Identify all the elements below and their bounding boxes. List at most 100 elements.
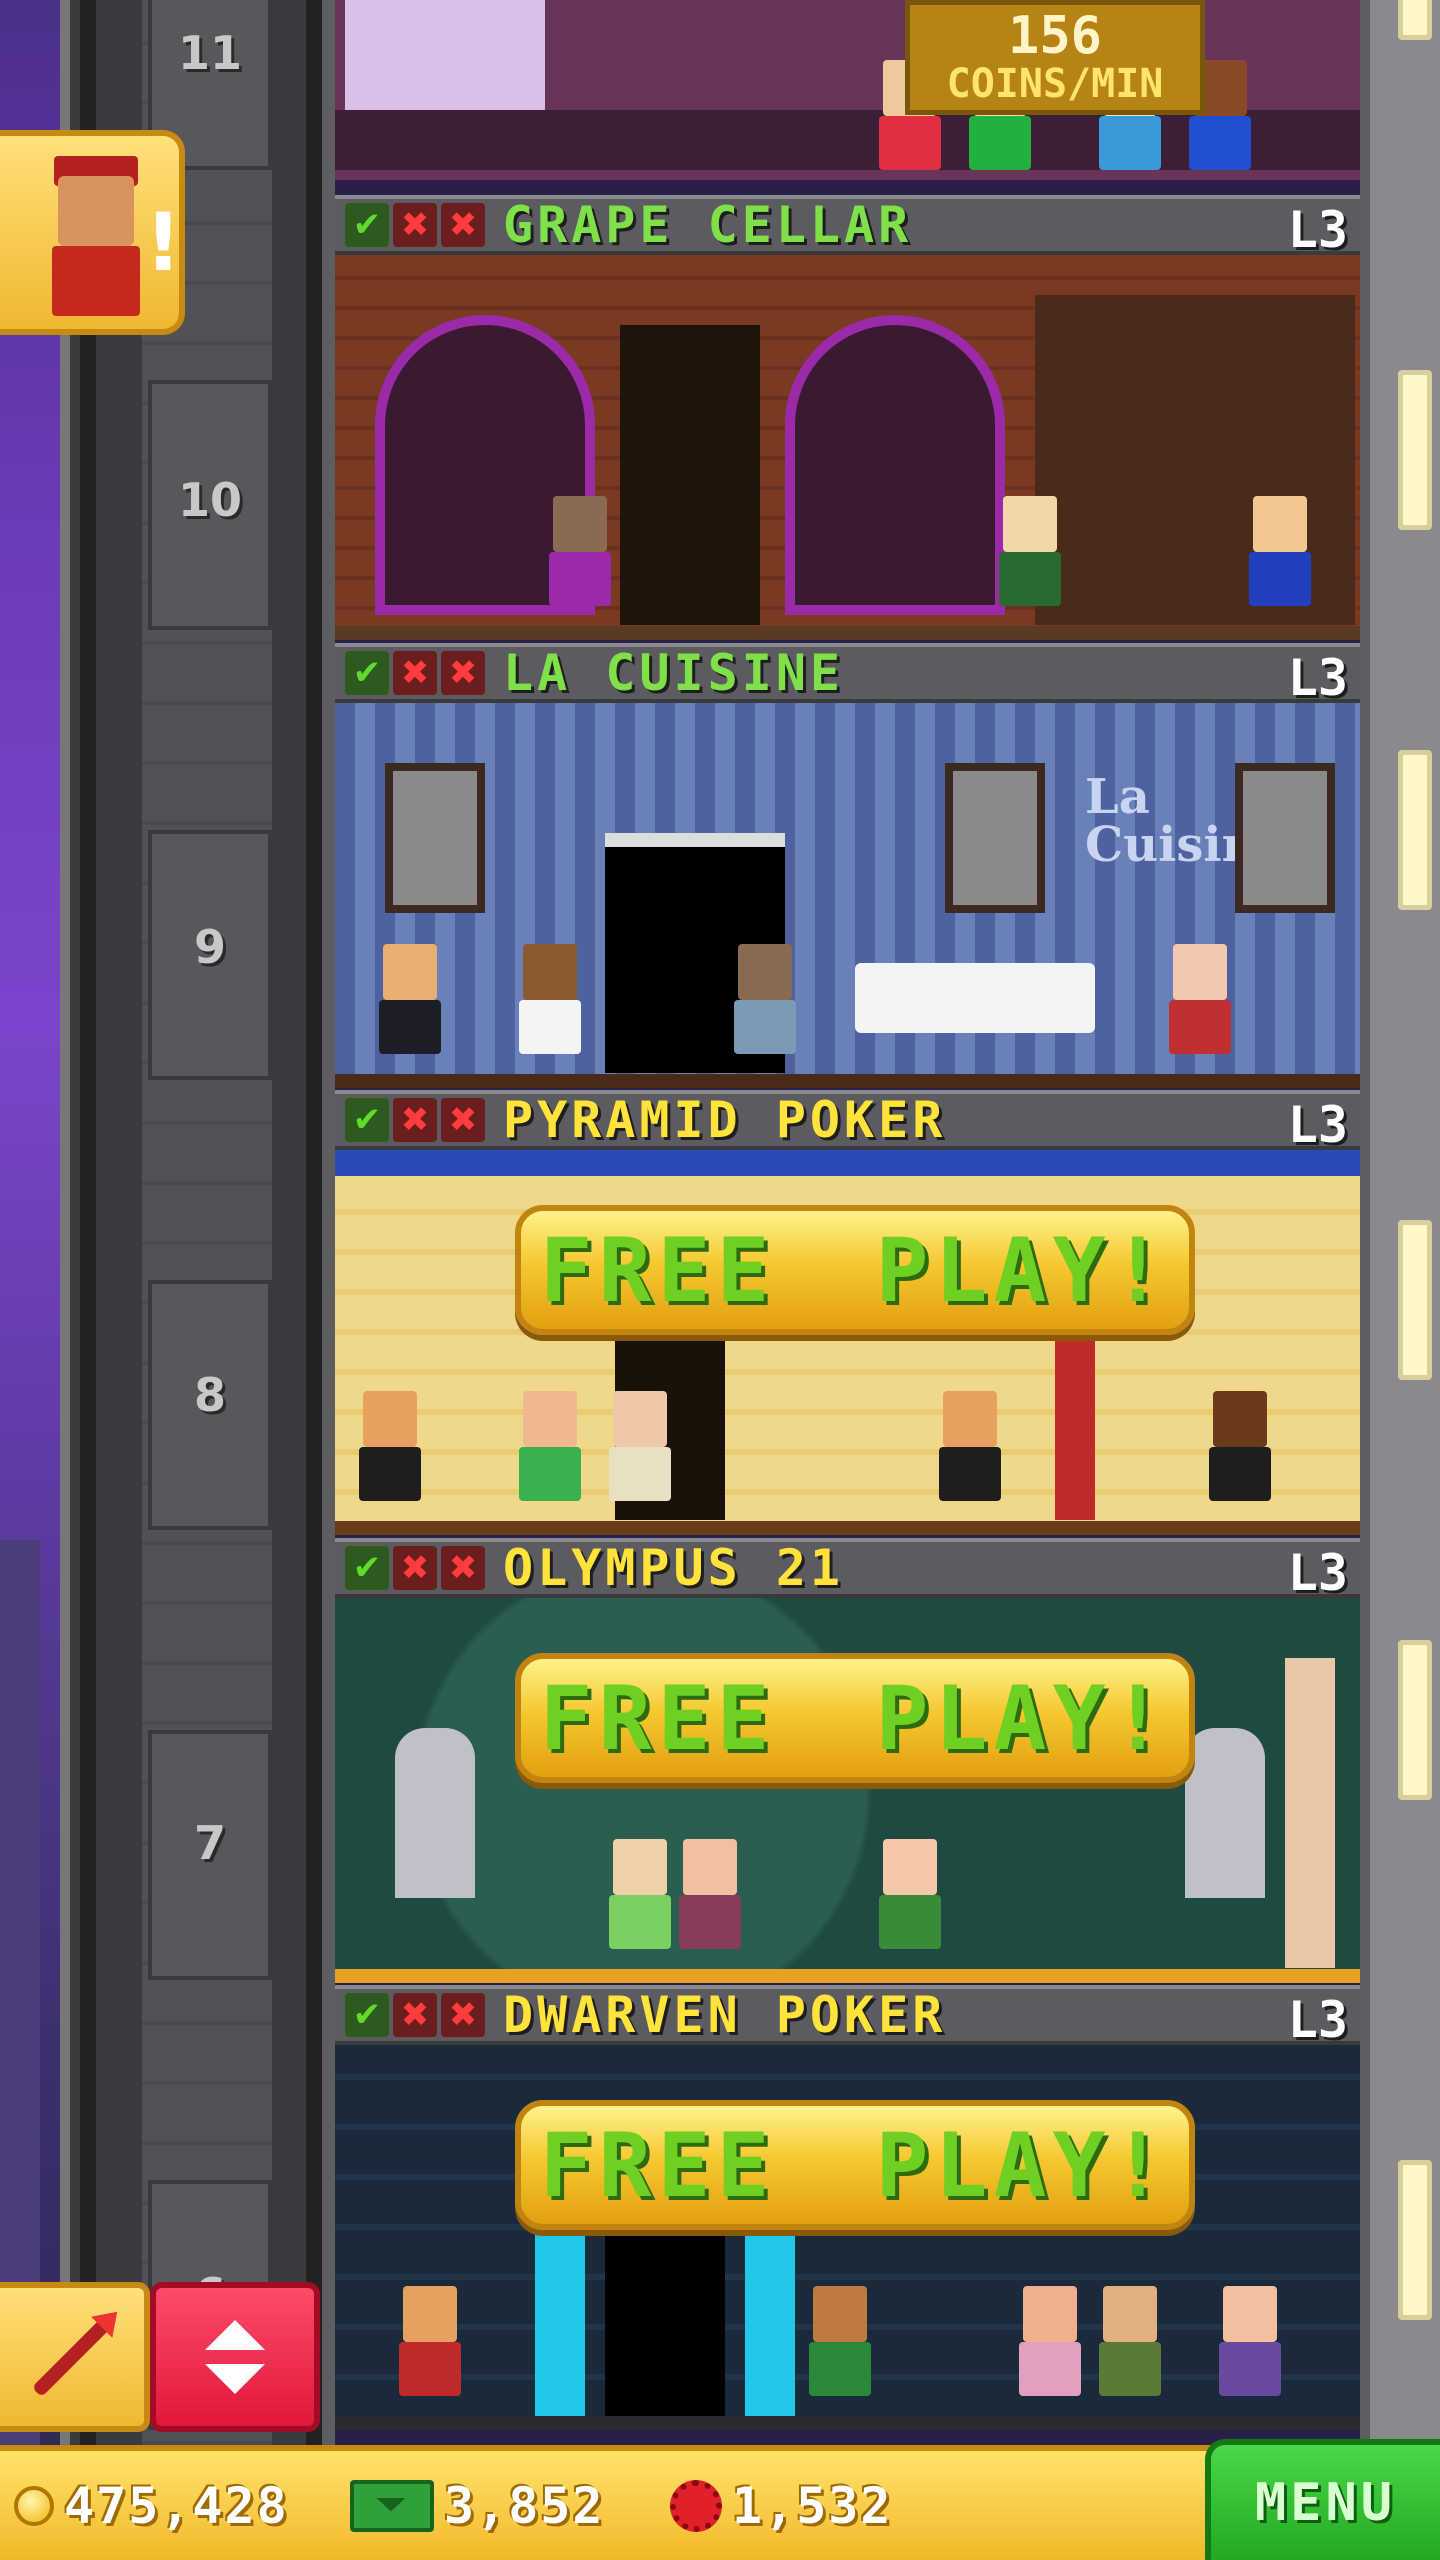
room-interior[interactable]: FREE PLAY! [335,1598,1360,1983]
floor-name: DWARVEN POKER [503,1986,947,2044]
coin-icon [14,2485,54,2526]
tenant-character [355,1391,425,1521]
currency-bar: 475,428 3,852 1,532 MENU [0,2439,1440,2560]
elevator-shaft[interactable]: 11 10 9 8 7 6 [60,0,335,2445]
free-play-button[interactable]: FREE PLAY! [515,1653,1195,1783]
floor-level: L3 [1287,1544,1348,1602]
floor-number: 8 [193,1368,226,1422]
tenant-character [1095,2286,1165,2416]
free-play-label: FREE [539,1218,776,1322]
coin-rate-sign: 156 COINS/MIN [905,0,1205,115]
tenant-character [875,1839,945,1969]
floor-grape-cellar[interactable]: ✔ ✖ ✖ GRAPE CELLAR L3 [335,195,1360,640]
free-play-label: PLAY! [875,1666,1171,1770]
floor-name-bar[interactable]: ✔ ✖ ✖ PYRAMID POKER L3 [335,1090,1360,1154]
x-icon: ✖ [441,1546,485,1590]
x-icon: ✖ [441,1993,485,2037]
column [1055,1320,1095,1520]
bellhop-notification-button[interactable]: ! [0,130,185,335]
tenant-character [375,944,445,1074]
painting [385,763,485,913]
floor-dwarven-poker[interactable]: ✔ ✖ ✖ DWARVEN POKER L3 FREE PLAY! [335,1985,1360,2430]
x-icon: ✖ [441,203,485,247]
rocket-button[interactable] [0,2282,150,2432]
room-interior[interactable]: FREE PLAY! [335,1150,1360,1535]
stock-stars: ✔ ✖ ✖ [345,1993,485,2037]
floor-name-bar[interactable]: ✔ ✖ ✖ OLYMPUS 21 L3 [335,1538,1360,1602]
tenant-character [935,1391,1005,1521]
tower-bux-icon [350,2479,434,2532]
check-icon: ✔ [345,203,389,247]
restaurant-sign: La Cuisine [1085,769,1288,873]
floor-number: 10 [177,473,242,527]
floor-name: GRAPE CELLAR [503,196,913,254]
x-icon: ✖ [393,1993,437,2037]
free-play-label: PLAY! [875,1218,1171,1322]
stock-stars: ✔ ✖ ✖ [345,1098,485,1142]
room-interior[interactable] [335,255,1360,640]
tenant-character [605,1391,675,1521]
floor-level: L3 [1287,1096,1348,1154]
free-play-button[interactable]: FREE PLAY! [515,1205,1195,1335]
room-floor [335,1521,1360,1535]
gems-counter[interactable]: 1,532 [670,2451,893,2560]
glowing-pillar [745,2205,795,2425]
window [1398,1640,1432,1800]
coin-rate-unit: COINS/MIN [946,60,1164,107]
check-icon: ✔ [345,1098,389,1142]
free-play-label: PLAY! [875,2113,1171,2217]
bux-value: 3,852 [444,2476,605,2535]
menu-button[interactable]: MENU [1205,2439,1440,2560]
tenant-character [730,944,800,1074]
doorway [620,325,760,625]
bellhop-uniform [52,246,140,316]
tenant-character [1015,2286,1085,2416]
coins-counter[interactable]: 475,428 [14,2451,289,2560]
painting [1235,763,1335,913]
doorway [605,2215,725,2425]
window [1398,370,1432,530]
tenant-character [805,2286,875,2416]
floor-level: L3 [1287,201,1348,259]
x-icon: ✖ [393,1098,437,1142]
tenant-character [995,496,1065,626]
tenant-character [515,1391,585,1521]
floor-olympus-21[interactable]: ✔ ✖ ✖ OLYMPUS 21 L3 FREE PLAY! [335,1538,1360,1983]
sky-background [0,0,60,2560]
bux-counter[interactable]: 3,852 [350,2451,605,2560]
stock-stars: ✔ ✖ ✖ [345,203,485,247]
room-interior[interactable]: La Cuisine [335,703,1360,1088]
check-icon: ✔ [345,651,389,695]
floor-name-bar[interactable]: ✔ ✖ ✖ DWARVEN POKER L3 [335,1985,1360,2049]
free-play-button[interactable]: FREE PLAY! [515,2100,1195,2230]
arrow-up-icon [205,2320,265,2350]
floor-number: 11 [177,26,242,80]
floor-11-room[interactable]: 156 COINS/MIN [335,0,1360,180]
column [1285,1658,1335,1968]
room-interior[interactable]: FREE PLAY! [335,2045,1360,2430]
x-icon: ✖ [441,1098,485,1142]
shaft-rail-left [80,0,96,2445]
gems-value: 1,532 [732,2476,893,2535]
floor-number: 7 [193,1816,226,1870]
floor-name: PYRAMID POKER [503,1091,947,1149]
floor-pyramid-poker[interactable]: ✔ ✖ ✖ PYRAMID POKER L3 FREE PLAY! [335,1090,1360,1535]
dining-table [855,963,1095,1033]
shaft-rail-right [306,0,322,2445]
elevator-button[interactable] [150,2282,320,2432]
tenant-character [1205,1391,1275,1521]
floor-level: L3 [1287,649,1348,707]
floor-name-bar[interactable]: ✔ ✖ ✖ LA CUISINE L3 [335,643,1360,707]
window [1398,750,1432,910]
floor-name: OLYMPUS 21 [503,1539,845,1597]
floor-number: 9 [193,920,226,974]
rocket-icon [31,2316,113,2398]
statue [395,1728,475,1898]
check-icon: ✔ [345,1993,389,2037]
x-icon: ✖ [441,651,485,695]
floor-name-bar[interactable]: ✔ ✖ ✖ GRAPE CELLAR L3 [335,195,1360,259]
floor-la-cuisine[interactable]: ✔ ✖ ✖ LA CUISINE L3 La Cuisine [335,643,1360,1088]
arrow-down-icon [205,2364,265,2394]
statue [1185,1728,1265,1898]
floor-name: LA CUISINE [503,644,845,702]
